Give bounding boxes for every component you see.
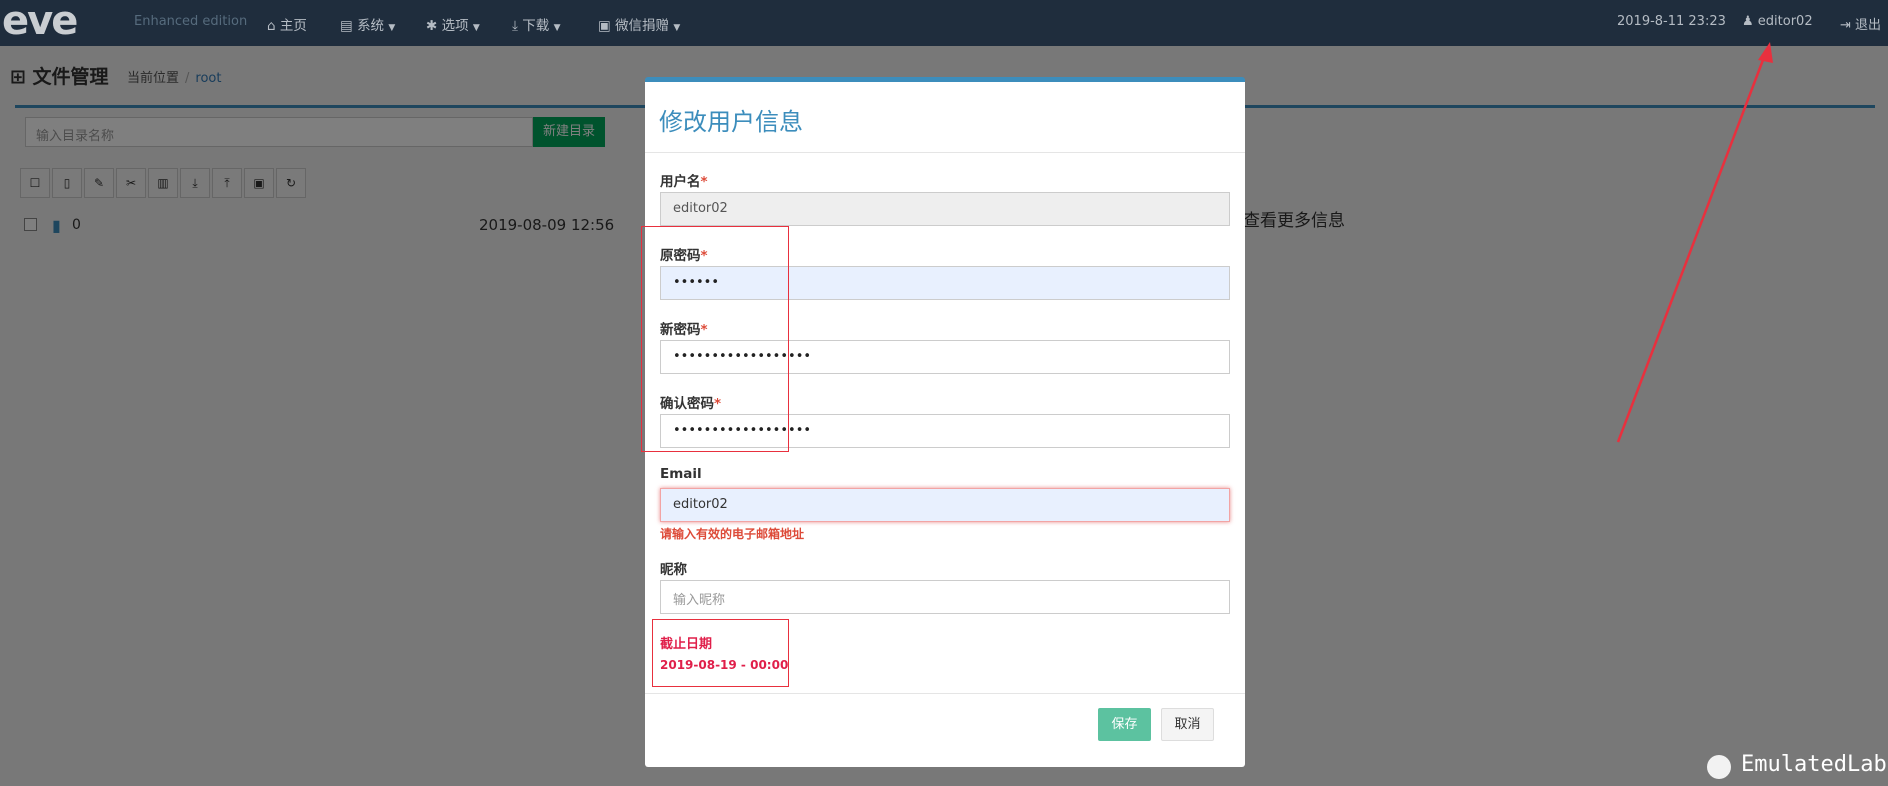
emulatedlab-logo-icon: [1707, 755, 1731, 779]
annotation-arrow: [1616, 42, 1773, 443]
watermark-text: EmulatedLab: [1741, 752, 1887, 777]
